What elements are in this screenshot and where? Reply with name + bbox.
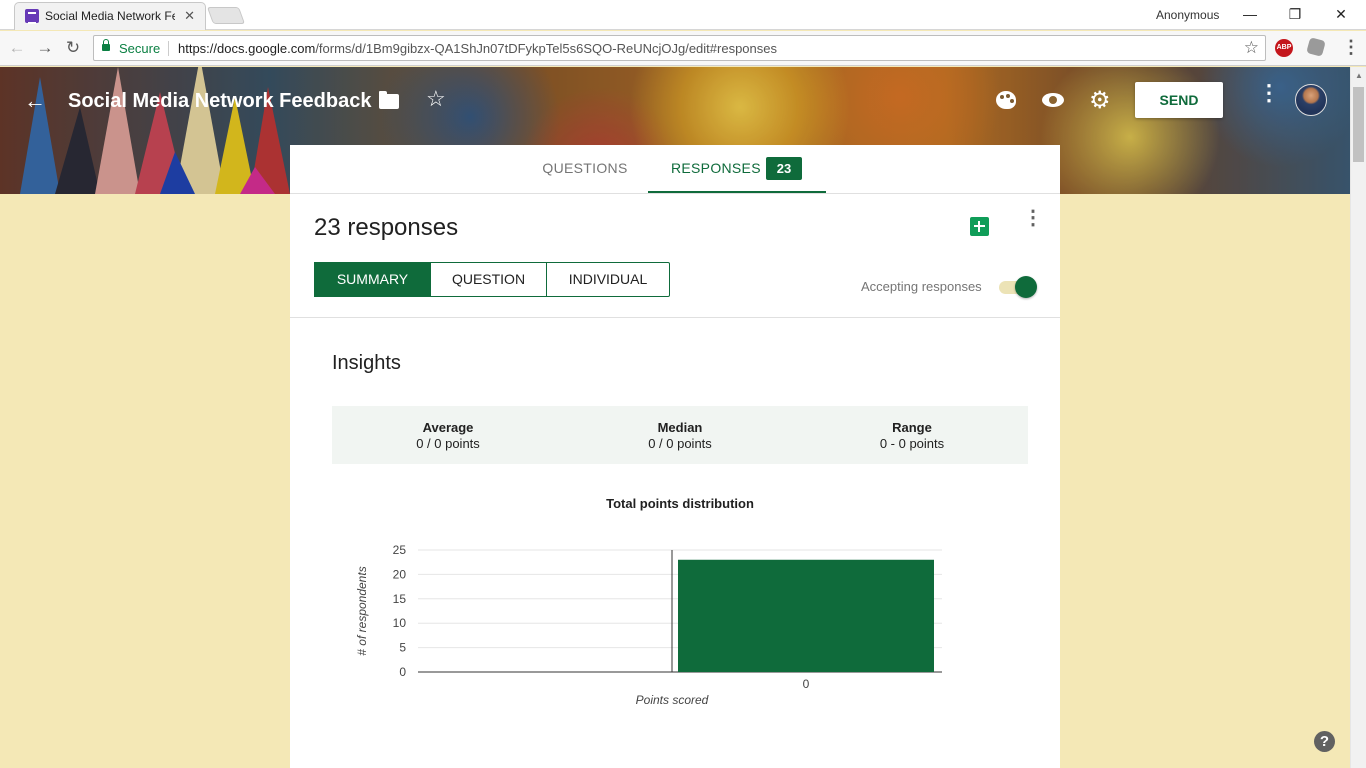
back-arrow-icon[interactable]: ← [24,88,46,114]
stat-range: Range 0 - 0 points [812,420,1012,451]
back-icon[interactable]: ← [6,37,28,59]
accepting-toggle[interactable] [1015,276,1037,298]
preview-eye-icon[interactable] [1042,93,1064,107]
star-icon[interactable]: ☆ [426,86,446,112]
address-bar[interactable]: Secure https://docs.google.com/forms/d/1… [93,35,1266,61]
browser-menu-icon[interactable]: ⋮ [1342,37,1360,58]
responses-count-title: 23 responses [314,214,459,241]
forms-favicon-icon [25,9,39,24]
browser-tab[interactable]: Social Media Network Fe ✕ [14,2,206,30]
stat-median: Median 0 / 0 points [580,420,780,451]
stat-average-label: Average [422,420,474,435]
browser-tab-title: Social Media Network Fe [45,9,175,23]
view-question-button[interactable]: QUESTION [430,262,547,297]
secure-label: Secure [119,41,161,56]
y-tick-label: 10 [393,616,407,630]
forward-icon[interactable]: → [34,37,56,59]
view-individual-button[interactable]: INDIVIDUAL [546,262,670,297]
lock-icon [102,39,110,51]
stat-average: Average 0 / 0 points [348,420,548,451]
stat-median-value: 0 / 0 points [648,436,712,451]
extension-icon[interactable] [1306,37,1326,57]
y-tick-label: 25 [393,543,407,557]
restore-icon[interactable]: ❐ [1284,4,1306,24]
tab-close-icon[interactable]: ✕ [184,8,195,24]
insights-title: Insights [332,352,401,374]
folder-icon[interactable] [379,91,399,109]
scroll-thumb[interactable] [1353,87,1364,162]
palette-icon[interactable] [996,91,1016,109]
x-axis-title: Points scored [636,693,709,707]
url-text: https://docs.google.com/forms/d/1Bm9gibz… [178,41,777,56]
form-title[interactable]: Social Media Network Feedback [68,90,371,113]
y-tick-label: 20 [393,567,407,581]
accepting-responses-label: Accepting responses [861,279,982,294]
scroll-up-icon[interactable]: ▲ [1355,71,1363,80]
y-tick-label: 15 [393,592,407,606]
profile-name[interactable]: Anonymous [1156,8,1219,22]
bar [678,559,934,672]
browser-toolbar: ← → ↻ Secure https://docs.google.com/for… [0,31,1366,66]
settings-gear-icon[interactable]: ⚙ [1089,86,1111,115]
url-host: https://docs.google.com [178,41,316,56]
page-scrollbar[interactable]: ▲ [1350,67,1366,768]
help-icon[interactable]: ? [1314,731,1335,752]
x-tick-label: 0 [803,677,810,691]
responses-card: 23 responses ⋮ SUMMARY QUESTION INDIVIDU… [290,194,1060,768]
send-button[interactable]: SEND [1135,82,1223,118]
stat-range-value: 0 - 0 points [879,436,945,451]
url-path: /forms/d/1Bm9gibzx-QA1ShJn07tDFykpTel5s6… [315,41,777,56]
browser-tabstrip: Social Media Network Fe ✕ Anonymous — ❐ … [0,0,1366,30]
more-options-icon[interactable]: ⋮ [1258,82,1280,104]
sheets-icon[interactable] [970,217,989,236]
reload-icon[interactable]: ↻ [62,37,84,59]
close-window-icon[interactable]: ✕ [1330,4,1352,24]
tab-responses[interactable]: RESPONSES 23 [648,145,826,193]
insights-stats: Average 0 / 0 points Median 0 / 0 points… [332,406,1028,464]
stat-range-label: Range [892,420,932,435]
y-axis-title: # of respondents [355,566,369,655]
tab-questions[interactable]: QUESTIONS [530,145,640,193]
new-tab-button[interactable] [206,7,246,24]
card-divider [290,317,1060,318]
minimize-icon[interactable]: — [1239,4,1261,24]
responses-more-icon[interactable]: ⋮ [1023,208,1043,228]
stat-average-value: 0 / 0 points [416,436,480,451]
tab-responses-label: RESPONSES [671,160,761,176]
view-summary-button[interactable]: SUMMARY [314,262,431,297]
form-tabs: QUESTIONS RESPONSES 23 [290,145,1060,194]
y-tick-label: 0 [399,665,406,679]
responses-count-badge: 23 [766,157,802,180]
points-distribution-chart: 0 5 10 15 20 25 0 Points scored # of respondents [355,543,942,707]
y-tick-label: 5 [399,641,406,655]
adblock-icon[interactable]: ABP [1275,39,1293,57]
omnibox-divider [168,41,169,56]
stat-median-label: Median [657,420,703,435]
chart-title: Total points distribution [606,496,754,511]
bookmark-star-icon[interactable]: ☆ [1244,38,1259,58]
user-avatar[interactable] [1295,84,1327,116]
